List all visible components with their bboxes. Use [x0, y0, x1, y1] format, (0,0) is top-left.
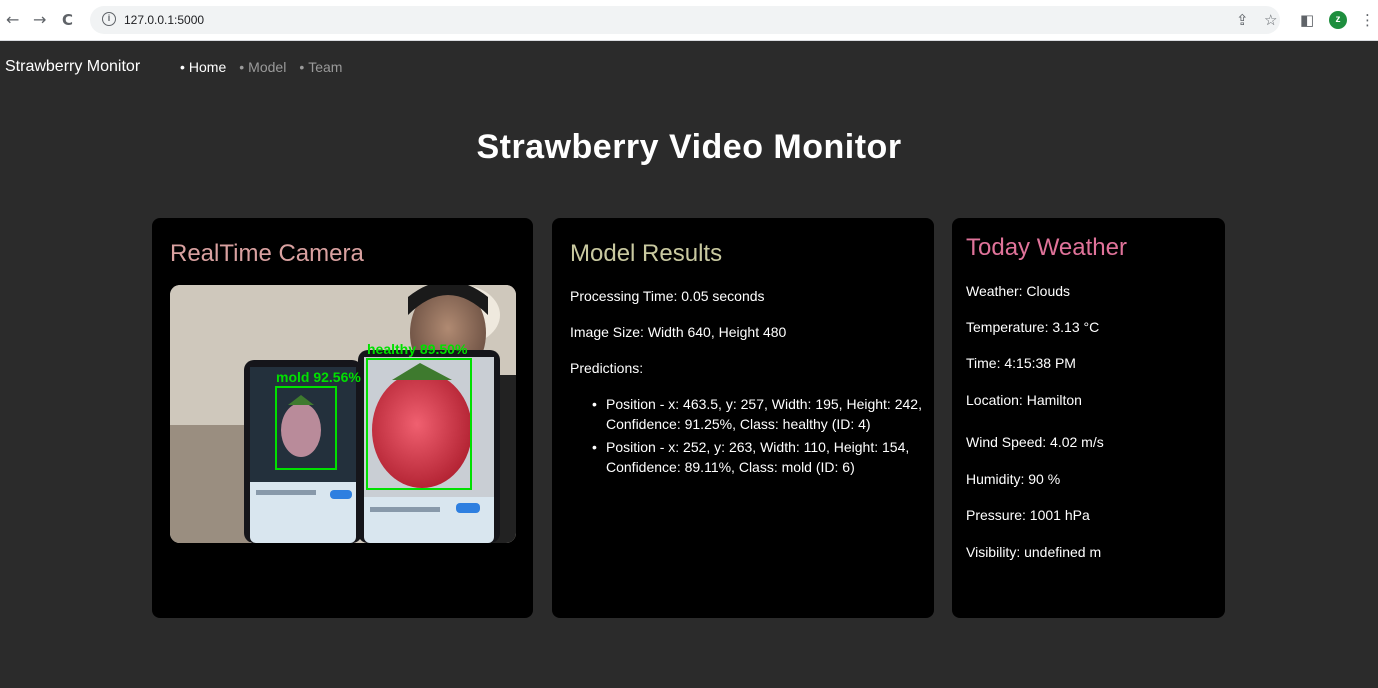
detection-label-mold: mold 92.56% [276, 369, 361, 385]
model-results-card: Model Results Processing Time: 0.05 seco… [552, 218, 934, 618]
page-title: Strawberry Video Monitor [476, 128, 902, 166]
nav-item-label: Home [188, 59, 227, 75]
right-phone-button [456, 503, 480, 513]
left-arm [170, 425, 250, 543]
camera-video-feed: mold 92.56% healthy 89.50% [170, 285, 516, 543]
url-text[interactable]: 127.0.0.1:5000 [124, 13, 204, 27]
site-info-icon[interactable]: i [102, 12, 116, 26]
weather-condition: Weather: Clouds [966, 283, 1071, 299]
nav-item-team[interactable]: • Team [299, 59, 342, 75]
weather-humidity: Humidity: 90 % [966, 471, 1061, 487]
camera-card-title: RealTime Camera [170, 240, 364, 267]
nav-bullet: • [239, 59, 245, 75]
browser-menu-icon[interactable]: ⋮ [1360, 11, 1375, 29]
processing-time: Processing Time: 0.05 seconds [570, 288, 765, 304]
detection-label-healthy-confidence: 89.50% [420, 341, 468, 357]
forward-icon[interactable]: → [33, 10, 46, 30]
browser-toolbar: ← → C i 127.0.0.1:5000 ⇪ ☆ ◧ z ⋮ [0, 0, 1378, 41]
camera-card: RealTime Camera mold 92.56% healthy 89.5… [152, 218, 533, 618]
mold-strawberry [281, 403, 321, 457]
detection-label-mold-name: mold [276, 369, 309, 385]
model-card-title: Model Results [570, 240, 723, 267]
predictions-label: Predictions: [570, 360, 644, 376]
camera-frame-image: mold 92.56% healthy 89.50% [170, 285, 516, 543]
bookmark-star-icon[interactable]: ☆ [1264, 11, 1277, 29]
site-nav: • Home • Model • Team [180, 59, 342, 75]
nav-bullet: • [180, 59, 185, 75]
right-phone-text [370, 507, 440, 512]
nav-item-label: Team [308, 59, 343, 75]
weather-visibility: Visibility: undefined m [966, 544, 1102, 560]
left-phone-text [256, 490, 316, 495]
nav-item-label: Model [248, 59, 287, 75]
nav-bullet: • [299, 59, 305, 75]
weather-pressure: Pressure: 1001 hPa [966, 507, 1090, 523]
prediction-item: Position - x: 463.5, y: 257, Width: 195,… [592, 394, 922, 434]
weather-card: Today Weather Weather: Clouds Temperatur… [952, 218, 1225, 618]
weather-temperature: Temperature: 3.13 °C [966, 319, 1100, 335]
predictions-list: Position - x: 463.5, y: 257, Width: 195,… [592, 394, 922, 480]
nav-item-model[interactable]: • Model [239, 59, 286, 75]
site-brand[interactable]: Strawberry Monitor [5, 58, 140, 76]
reload-icon[interactable]: C [62, 10, 73, 30]
weather-time: Time: 4:15:38 PM [966, 355, 1076, 371]
left-phone-button [330, 490, 352, 499]
detection-label-mold-confidence: 92.56% [313, 369, 361, 385]
side-panel-icon[interactable]: ◧ [1300, 11, 1314, 29]
back-icon[interactable]: ← [6, 10, 19, 30]
address-bar[interactable]: i 127.0.0.1:5000 [90, 6, 1280, 34]
prediction-item: Position - x: 252, y: 263, Width: 110, H… [592, 437, 922, 477]
share-icon[interactable]: ⇪ [1236, 11, 1249, 29]
image-size: Image Size: Width 640, Height 480 [570, 324, 787, 340]
profile-avatar[interactable]: z [1329, 11, 1347, 29]
weather-location: Location: Hamilton [966, 392, 1082, 408]
weather-wind-speed: Wind Speed: 4.02 m/s [966, 434, 1104, 450]
nav-item-home[interactable]: • Home [180, 59, 226, 75]
detection-label-healthy: healthy 89.50% [367, 341, 468, 357]
weather-card-title: Today Weather [966, 234, 1127, 261]
detection-label-healthy-name: healthy [367, 341, 416, 357]
healthy-strawberry [372, 372, 472, 488]
